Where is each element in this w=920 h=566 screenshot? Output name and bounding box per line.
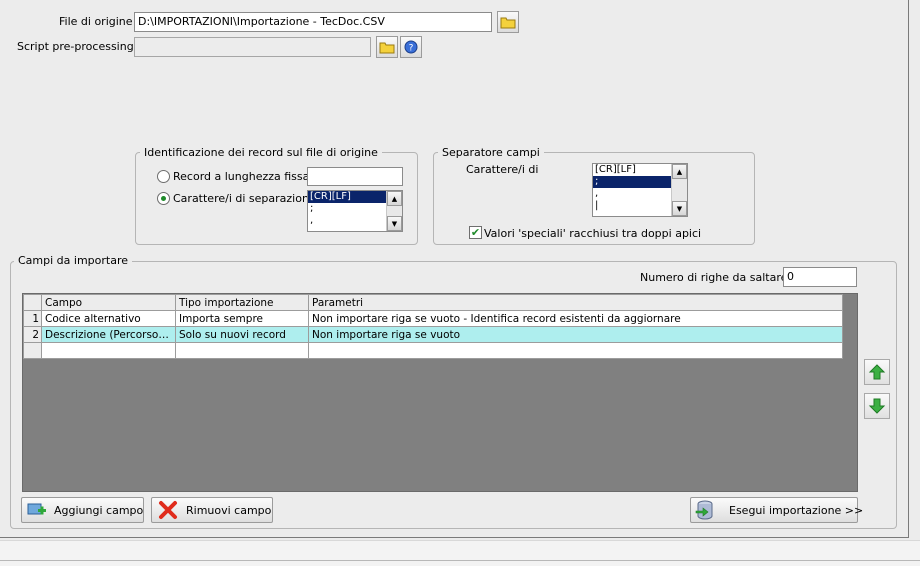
row-number <box>23 342 42 359</box>
fixed-length-radio[interactable] <box>157 170 170 183</box>
cell-parametri[interactable]: Non importare riga se vuoto <box>308 326 843 343</box>
import-panel: File di origine : D:\IMPORTAZIONI\Import… <box>0 0 909 538</box>
scroll-up-button[interactable]: ▲ <box>387 191 402 206</box>
add-field-icon <box>26 500 48 520</box>
separator-radio[interactable] <box>157 192 170 205</box>
cell-tipo[interactable]: Solo su nuovi record <box>175 326 309 343</box>
column-header-parametri[interactable]: Parametri <box>308 294 843 311</box>
table-row-empty[interactable] <box>23 342 843 359</box>
file-origin-input[interactable]: D:\IMPORTAZIONI\Importazione - TecDoc.CS… <box>134 12 492 32</box>
script-input[interactable] <box>134 37 371 57</box>
folder-icon <box>379 42 395 54</box>
help-icon: ? <box>404 40 418 54</box>
remove-field-icon <box>156 500 180 520</box>
skip-rows-label: Numero di righe da saltare : <box>640 271 795 284</box>
record-separator-list[interactable]: [CR][LF] ; , ▲ ▼ <box>307 190 403 232</box>
fields-import-title: Campi da importare <box>14 254 132 267</box>
row-number: 2 <box>23 326 42 343</box>
divider <box>0 560 920 561</box>
help-button[interactable]: ? <box>400 36 422 58</box>
remove-field-label: Rimuovi campo <box>186 503 272 517</box>
scroll-down-button[interactable]: ▼ <box>387 216 402 231</box>
quotes-label: Valori 'speciali' racchiusi tra doppi ap… <box>484 227 702 240</box>
scroll-up-button[interactable]: ▲ <box>672 164 687 179</box>
scroll-down-button[interactable]: ▼ <box>672 201 687 216</box>
move-down-button[interactable] <box>864 393 890 419</box>
cell-tipo[interactable] <box>175 342 309 359</box>
table-row[interactable]: 1 Codice alternativo Importa sempre Non … <box>23 310 843 327</box>
scrollbar[interactable]: ▲ ▼ <box>671 164 687 216</box>
fixed-length-label: Record a lunghezza fissa <box>173 170 310 183</box>
row-number-header <box>23 294 42 311</box>
svg-text:?: ? <box>409 44 414 54</box>
scrollbar[interactable]: ▲ ▼ <box>386 191 402 231</box>
arrow-up-icon <box>868 364 886 380</box>
browse-script-button[interactable] <box>376 36 398 58</box>
fixed-length-input[interactable] <box>307 167 403 186</box>
cell-parametri[interactable]: Non importare riga se vuoto - Identifica… <box>308 310 843 327</box>
quotes-checkbox[interactable]: ✔ <box>469 226 482 239</box>
separator-label: Carattere/i di separazione <box>173 192 316 205</box>
row-number: 1 <box>23 310 42 327</box>
cell-campo[interactable] <box>41 342 176 359</box>
remove-field-button[interactable]: Rimuovi campo <box>151 497 273 523</box>
field-separator-title: Separatore campi <box>438 146 544 159</box>
column-header-campo[interactable]: Campo <box>41 294 176 311</box>
cell-parametri[interactable] <box>308 342 843 359</box>
cell-campo[interactable]: Descrizione (Percorso c... <box>41 326 176 343</box>
fields-grid: Campo Tipo importazione Parametri 1 Codi… <box>22 293 858 492</box>
status-strip <box>0 540 920 566</box>
execute-import-button[interactable]: Esegui importazione >> <box>690 497 863 523</box>
folder-icon <box>500 17 516 29</box>
table-header-row: Campo Tipo importazione Parametri <box>23 294 843 311</box>
script-label: Script pre-processing : <box>17 40 141 53</box>
database-import-icon <box>695 500 715 520</box>
browse-file-button[interactable] <box>497 11 519 33</box>
fields-table: Campo Tipo importazione Parametri 1 Codi… <box>23 294 843 359</box>
cell-tipo[interactable]: Importa sempre <box>175 310 309 327</box>
execute-import-label: Esegui importazione >> <box>729 503 864 517</box>
add-field-button[interactable]: Aggiungi campo <box>21 497 144 523</box>
table-row[interactable]: 2 Descrizione (Percorso c... Solo su nuo… <box>23 326 843 343</box>
file-origin-label: File di origine : <box>59 15 140 28</box>
field-separator-list[interactable]: [CR][LF] ; , | ▲ ▼ <box>592 163 688 217</box>
move-up-button[interactable] <box>864 359 890 385</box>
arrow-down-icon <box>868 398 886 414</box>
column-header-tipo[interactable]: Tipo importazione <box>175 294 309 311</box>
field-chars-label: Carattere/i di <box>466 163 539 176</box>
record-identification-title: Identificazione dei record sul file di o… <box>140 146 382 159</box>
skip-rows-input[interactable]: 0 <box>783 267 857 287</box>
cell-campo[interactable]: Codice alternativo <box>41 310 176 327</box>
add-field-label: Aggiungi campo <box>54 503 144 517</box>
